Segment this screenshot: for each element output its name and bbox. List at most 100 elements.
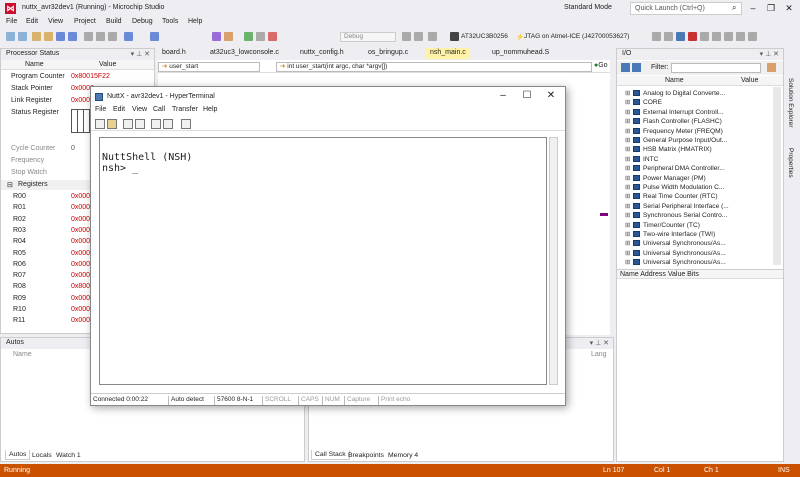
expand-icon[interactable]: ⊞ [625,108,633,116]
expand-icon[interactable]: ⊞ [625,98,633,106]
quick-launch-input[interactable]: Quick Launch (Ctrl+Q) [630,2,742,15]
device-label[interactable]: AT32UC3B0256 [461,33,508,40]
io-scrollbar[interactable] [773,87,781,265]
io-item[interactable]: ⊞ Universal Synchronous/As... [625,239,726,247]
filter-input[interactable] [671,63,761,73]
io-col-value[interactable]: Value [741,77,758,84]
tab-lowconsole[interactable]: at32uc3_lowconsole.c [206,48,283,59]
copy-icon[interactable] [96,32,105,41]
ht-menu-call[interactable]: Call [153,106,165,113]
callstack-col-lang[interactable]: Lang [591,351,607,358]
device-icon[interactable] [268,32,277,41]
tab-autos[interactable]: Autos [5,450,31,460]
io-item[interactable]: ⊞ Serial Peripheral Interface (... [625,202,729,210]
tab-breakpoints[interactable]: Breakpoints [345,451,387,460]
io-item[interactable]: ⊞ Flash Controller (FLASHC) [625,117,722,125]
io-item[interactable]: ⊞ Universal Synchronous/As... [625,258,726,266]
io-item[interactable]: ⊞ Pulse Width Modulation C... [625,183,724,191]
tab-board-h[interactable]: board.h [158,48,190,59]
ht-minimize-button[interactable]: – [495,90,511,102]
menu-tools[interactable]: Tools [162,18,178,25]
reset-icon[interactable] [700,32,709,41]
breakpoint-icon[interactable] [736,32,745,41]
tab-call-stack[interactable]: Call Stack [311,450,350,460]
step-over-icon[interactable] [664,32,673,41]
menu-debug[interactable]: Debug [132,18,153,25]
find-icon[interactable] [428,32,437,41]
expand-icon[interactable]: ⊞ [625,239,633,247]
status-register-bits[interactable] [71,109,91,133]
collapse-icon[interactable]: ⊟ [7,181,13,189]
back-icon[interactable] [6,32,15,41]
io-item[interactable]: ⊞ Analog to Digital Converte... [625,89,725,97]
io-item[interactable]: ⊞ Real Time Counter (RTC) [625,192,718,200]
receive-icon[interactable] [163,119,173,129]
browse-icon[interactable] [414,32,423,41]
menu-edit[interactable]: Edit [26,18,38,25]
expand-icon[interactable]: ⊞ [625,211,633,219]
io-item[interactable]: ⊞ Peripheral DMA Controller... [625,164,725,172]
send-icon[interactable] [151,119,161,129]
tab-memory4[interactable]: Memory 4 [385,451,421,460]
start-debug-icon[interactable] [244,32,253,41]
step-out-icon[interactable] [712,32,721,41]
build-icon[interactable] [212,32,221,41]
col-value[interactable]: Value [99,61,116,68]
io-item[interactable]: ⊞ General Purpose Input/Out... [625,136,727,144]
autos-col-name[interactable]: Name [13,351,32,358]
tab-solution-explorer[interactable]: Solution Explorer [787,78,794,128]
expand-icon[interactable]: ⊞ [625,127,633,135]
io-item[interactable]: ⊞ CORE [625,98,662,106]
standard-mode-label[interactable]: Standard Mode [564,4,612,11]
minimize-button[interactable]: – [746,2,760,14]
tab-os-bringup[interactable]: os_bringup.c [364,48,412,59]
io-item[interactable]: ⊞ INTC [625,155,658,163]
pin-icon[interactable]: ▾ ⊥ ✕ [590,339,609,347]
attach-icon[interactable] [256,32,265,41]
io-item[interactable]: ⊞ Frequency Meter (FREQM) [625,127,723,135]
expand-icon[interactable]: ⊞ [625,164,633,172]
go-button[interactable]: ●Go [594,62,608,69]
ht-menu-transfer[interactable]: Transfer [172,106,198,113]
ht-menu-help[interactable]: Help [203,106,217,113]
maximize-button[interactable]: ❐ [764,2,778,14]
open-icon[interactable] [107,119,117,129]
expand-icon[interactable]: ⊞ [625,145,633,153]
disassembly-icon[interactable] [748,32,757,41]
expand-icon[interactable]: ⊞ [625,230,633,238]
pin-icon[interactable]: ▾ ⊥ ✕ [131,50,150,58]
save-icon[interactable] [56,32,65,41]
ht-menu-view[interactable]: View [132,106,147,113]
menu-project[interactable]: Project [74,18,96,25]
io-item[interactable]: ⊞ Timer/Counter (TC) [625,221,700,229]
tab-locals[interactable]: Locals [29,451,55,460]
tab-nuttx-config[interactable]: nuttx_config.h [296,48,348,59]
expand-icon[interactable]: ⊞ [625,174,633,182]
stop-debug-icon[interactable] [688,32,697,41]
io-item[interactable]: ⊞ Two-wire Interface (TWI) [625,230,715,238]
io-item[interactable]: ⊞ Synchronous Serial Contro... [625,211,727,219]
expand-icon[interactable]: ⊞ [625,136,633,144]
step-into-icon[interactable] [652,32,661,41]
tab-watch1[interactable]: Watch 1 [53,451,84,460]
menu-file[interactable]: File [6,18,17,25]
cut-icon[interactable] [84,32,93,41]
properties-icon[interactable] [181,119,191,129]
pause-icon[interactable] [676,32,685,41]
ht-close-button[interactable]: ✕ [543,90,559,102]
view-icon[interactable] [621,63,630,72]
menu-view[interactable]: View [48,18,63,25]
io-item[interactable]: ⊞ External Interrupt Controll... [625,108,724,116]
clear-filter-icon[interactable] [767,63,776,72]
rebuild-icon[interactable] [224,32,233,41]
paste-icon[interactable] [108,32,117,41]
io-item[interactable]: ⊞ Universal Synchronous/As... [625,249,726,257]
ht-menu-file[interactable]: File [95,106,106,113]
io-col-name[interactable]: Name [665,77,684,84]
expand-icon[interactable]: ⊞ [625,221,633,229]
io-item[interactable]: ⊞ Power Manager (PM) [625,174,706,182]
menu-build[interactable]: Build [106,18,122,25]
col-name[interactable]: Name [25,61,44,68]
platform-icon[interactable] [402,32,411,41]
forward-icon[interactable] [18,32,27,41]
